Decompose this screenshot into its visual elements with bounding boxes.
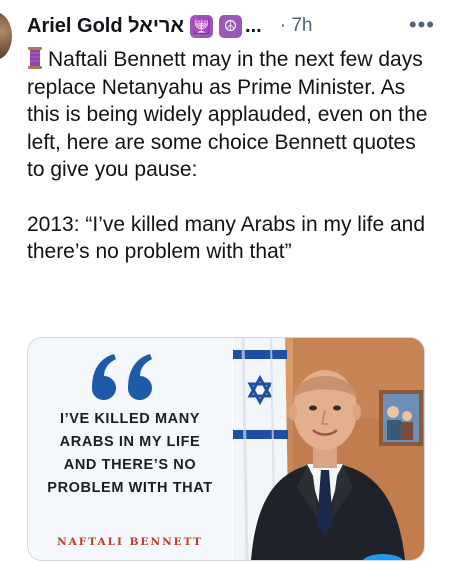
paragraph-1-text: Naftali Bennett may in the next few days… (27, 48, 428, 181)
name-ellipsis: ... (245, 14, 262, 37)
author-name-hebrew: אריאל (128, 14, 185, 37)
tweet-paragraph-1: Naftali Bennett may in the next few days… (27, 46, 439, 184)
spool-of-thread-icon (28, 47, 42, 69)
more-options-icon[interactable]: ••• (409, 12, 435, 38)
menorah-icon: 🕎 (190, 14, 214, 38)
tweet-header: Ariel Gold אריאל 🕎 ☮ ... · 7h ••• (27, 12, 437, 40)
bennett-photo (233, 338, 424, 560)
quote-attribution: NAFTALI BENNETT (57, 536, 203, 548)
peace-icon: ☮ (219, 14, 243, 38)
avatar[interactable] (0, 12, 12, 60)
author-name[interactable]: Ariel Gold אריאל (27, 15, 184, 38)
tweet-paragraph-2: 2013: “I’ve killed many Arabs in my life… (27, 212, 426, 264)
timestamp[interactable]: · 7h (280, 15, 313, 37)
tweet-text: Naftali Bennett may in the next few days… (27, 46, 439, 266)
timestamp-value: 7h (291, 15, 313, 36)
tweet-media[interactable]: I’ve killed many Arabs in my life and th… (27, 337, 425, 561)
quote-text: I’ve killed many Arabs in my life and th… (47, 411, 213, 496)
quote-card-image: I’ve killed many Arabs in my life and th… (28, 338, 232, 560)
separator: · (279, 15, 287, 36)
quotation-mark-icon (92, 354, 152, 400)
